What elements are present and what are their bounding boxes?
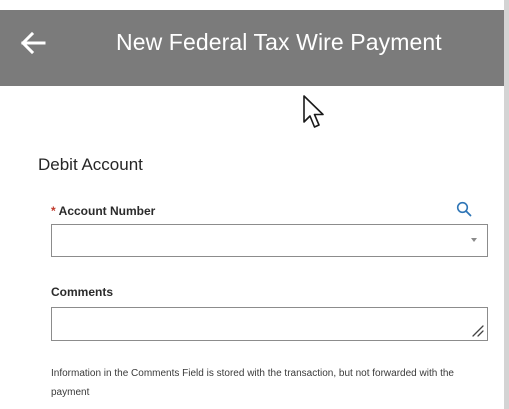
required-marker: * xyxy=(51,204,56,218)
comments-textarea[interactable] xyxy=(51,307,488,341)
mouse-cursor-icon xyxy=(303,95,324,128)
chevron-down-icon xyxy=(471,238,477,242)
page: New Federal Tax Wire Payment Debit Accou… xyxy=(0,0,509,409)
scrollbar-track[interactable] xyxy=(504,0,509,409)
comments-label: Comments xyxy=(51,285,114,299)
account-number-select[interactable] xyxy=(51,224,488,257)
header-bar: New Federal Tax Wire Payment xyxy=(0,10,504,86)
account-number-label: * Account Number xyxy=(51,204,155,218)
back-button[interactable] xyxy=(18,28,48,58)
search-icon[interactable] xyxy=(456,201,472,217)
comments-info-text: Information in the Comments Field is sto… xyxy=(51,368,454,398)
section-title-debit-account: Debit Account xyxy=(38,155,143,174)
arrow-left-icon xyxy=(20,31,46,55)
account-number-label-text: Account Number xyxy=(58,204,156,218)
top-strip xyxy=(0,0,509,10)
resize-handle-icon[interactable] xyxy=(472,325,484,337)
page-title: New Federal Tax Wire Payment xyxy=(116,29,442,55)
